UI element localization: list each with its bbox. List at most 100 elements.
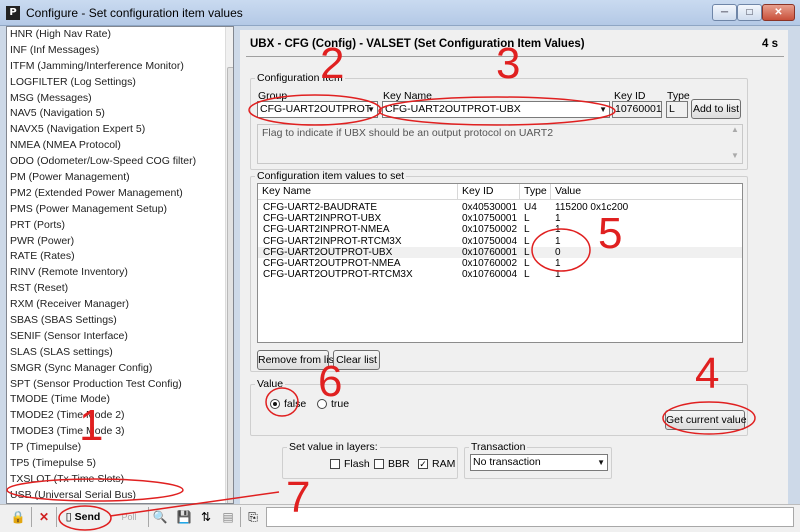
values-table[interactable]: Key Name Key ID Type Value CFG-UART2-BAU… [257,183,743,343]
list-item[interactable]: ODO (Odometer/Low-Speed COG filter) [7,154,233,170]
document-icon[interactable]: ▤ [219,507,237,527]
poll-label: Poll [121,512,137,522]
cell-key-id: 0x10760002 [462,258,518,269]
list-item[interactable]: MSG (Messages) [7,91,233,107]
transaction-value: No transaction [473,456,541,468]
get-current-value-button[interactable]: Get current value [665,410,747,430]
ram-checkbox[interactable]: ✓ [418,459,428,469]
printer-icon[interactable]: ⎘ [244,507,262,527]
list-item[interactable]: TP (Timepulse) [7,440,233,456]
list-item[interactable]: TXSLOT (Tx Time Slots) [7,472,233,488]
list-item[interactable]: LOGFILTER (Log Settings) [7,75,233,91]
list-item[interactable]: PMS (Power Management Setup) [7,202,233,218]
list-item[interactable]: RXM (Receiver Manager) [7,297,233,313]
list-item[interactable]: RST (Reset) [7,281,233,297]
key-name-value: CFG-UART2OUTPROT-UBX [385,103,521,115]
cell-key-id: 0x10760004 [462,269,518,281]
toolbar-separator [31,507,32,527]
cell-key-name: CFG-UART2INPROT-RTCM3X [263,235,402,247]
list-item[interactable]: RINV (Remote Inventory) [7,265,233,281]
cell-value: 1 [555,235,561,247]
table-row[interactable]: CFG-UART2INPROT-NMEA 0x10750002 L 1 [258,224,742,235]
toolbar-separator [56,507,57,527]
description-scrollbar[interactable]: ▲ ▼ [728,125,742,163]
list-item[interactable]: SLAS (SLAS settings) [7,345,233,361]
annotation-label-7: 7 [286,473,311,522]
cell-type: L [524,269,530,281]
list-item[interactable]: NAV5 (Navigation 5) [7,106,233,122]
add-to-list-button[interactable]: Add to list [691,99,741,119]
table-row[interactable]: CFG-UART2OUTPROT-UBX 0x10760001 L 0 [258,246,742,258]
list-item[interactable]: NMEA (NMEA Protocol) [7,138,233,154]
table-row[interactable]: CFG-UART2OUTPROT-RTCM3X 0x10760004 L 1 [258,269,742,280]
cell-type: L [524,246,530,258]
search-icon[interactable]: 🔍 [150,507,170,527]
send-button[interactable]: ▯ Send [60,507,106,527]
list-item[interactable]: SENIF (Sensor Interface) [7,329,233,345]
list-item[interactable]: PWR (Power) [7,234,233,250]
table-row[interactable]: CFG-UART2OUTPROT-NMEA 0x10760002 L 1 [258,258,742,269]
list-item[interactable]: TP5 (Timepulse 5) [7,456,233,472]
layers-legend: Set value in layers: [287,441,380,453]
list-item[interactable]: PM2 (Extended Power Management) [7,186,233,202]
list-scroll-thumb[interactable] [227,67,233,503]
message-list-items: HNR (High Nav Rate) INF (Inf Messages) ITF… [7,27,233,503]
list-item[interactable]: RATE (Rates) [7,249,233,265]
list-item[interactable]: PM (Power Management) [7,170,233,186]
chevron-down-icon: ▼ [599,105,607,114]
column-header-key-id[interactable]: Key ID [458,184,520,200]
ram-label[interactable]: RAM [432,458,455,470]
table-row[interactable]: CFG-UART2-BAUDRATE 0x40530001 U4 115200 0x1… [258,202,742,213]
list-item[interactable]: TMODE (Time Mode) [7,392,233,408]
save-icon[interactable]: 💾 [174,507,194,527]
bbr-label[interactable]: BBR [388,458,410,470]
list-item[interactable]: ITFM (Jamming/Interference Monitor) [7,59,233,75]
column-header-key-name[interactable]: Key Name [258,184,458,200]
bbr-checkbox[interactable] [374,459,384,469]
annotation-label-4: 4 [695,349,720,398]
false-label[interactable]: false [284,398,306,410]
transaction-select[interactable]: No transaction ▼ [470,454,608,471]
cell-key-id: 0x10750001 [462,213,518,225]
transfer-icon[interactable]: ⇅ [196,507,216,527]
list-item[interactable]: SMGR (Sync Manager Config) [7,361,233,377]
chevron-down-icon: ▼ [367,105,375,114]
list-item[interactable]: HNR (High Nav Rate) [7,27,233,43]
list-item[interactable]: SBAS (SBAS Settings) [7,313,233,329]
chevron-up-icon[interactable]: ▲ [731,125,739,134]
key-name-select[interactable]: CFG-UART2OUTPROT-UBX ▼ [382,101,610,118]
poll-button[interactable]: Poll [112,507,146,527]
lock-icon[interactable]: 🔒 [8,507,28,527]
list-item[interactable]: PRT (Ports) [7,218,233,234]
cell-value: 1 [555,269,561,281]
column-header-type[interactable]: Type [520,184,551,200]
flash-checkbox[interactable] [330,459,340,469]
list-item[interactable]: NAVX5 (Navigation Expert 5) [7,122,233,138]
close-x-icon[interactable]: ✕ [36,507,52,527]
list-item[interactable]: SPT (Sensor Production Test Config) [7,377,233,393]
close-button[interactable]: ✕ [762,4,795,21]
list-item[interactable]: INF (Inf Messages) [7,43,233,59]
list-item[interactable]: TMODE2 (Time Mode 2) [7,408,233,424]
annotation-label-3: 3 [496,39,521,88]
cell-key-id: 0x40530001 [462,202,518,213]
cell-key-name: CFG-UART2-BAUDRATE [263,202,378,213]
false-radio[interactable] [270,399,280,409]
message-list[interactable]: HNR (High Nav Rate) INF (Inf Messages) ITF… [6,26,234,504]
table-row[interactable]: CFG-UART2INPROT-RTCM3X 0x10750004 L 1 [258,236,742,247]
minimize-button[interactable]: ─ [712,4,737,21]
toolbar-separator [240,507,241,527]
flash-label[interactable]: Flash [344,458,370,470]
list-item[interactable]: TMODE3 (Time Mode 3) [7,424,233,440]
cell-value: 1 [555,213,561,225]
maximize-button[interactable]: □ [737,4,762,21]
group-select[interactable]: CFG-UART2OUTPROT ▼ [257,101,378,118]
status-field [266,507,794,527]
list-item[interactable]: USB (Universal Serial Bus) [7,488,233,503]
chevron-down-icon[interactable]: ▼ [731,151,739,160]
cell-key-name: CFG-UART2OUTPROT-UBX [263,246,393,258]
cell-type: L [524,213,530,225]
table-row[interactable]: CFG-UART2INPROT-UBX 0x10750001 L 1 [258,213,742,224]
column-header-value[interactable]: Value [551,184,742,200]
values-legend: Configuration item values to set [255,170,407,182]
